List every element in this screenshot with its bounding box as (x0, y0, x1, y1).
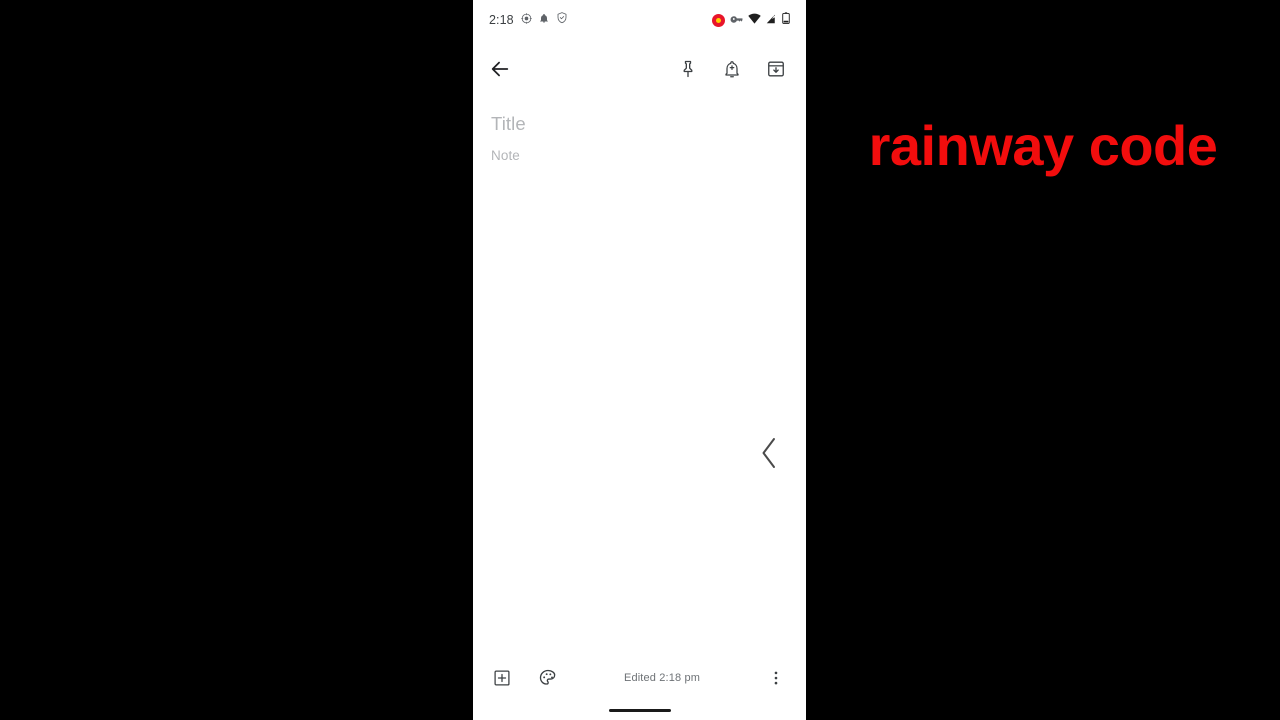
pin-icon[interactable] (675, 56, 701, 82)
note-text-input[interactable]: Note (491, 139, 788, 165)
battery-icon (782, 11, 790, 29)
note-title-input[interactable]: Title (491, 112, 788, 139)
palette-icon[interactable] (535, 665, 561, 691)
screen-recording-icon (712, 13, 725, 27)
reminder-icon[interactable] (719, 56, 745, 82)
home-gesture-bar[interactable] (608, 709, 671, 712)
more-options-icon[interactable] (763, 665, 789, 691)
circle-dot-icon (520, 11, 532, 29)
vpn-key-icon (730, 11, 743, 29)
cellular-signal-off-icon (766, 11, 777, 29)
back-button[interactable] (487, 56, 513, 82)
status-bar-left: 2:18 (489, 11, 568, 29)
status-bar-clock: 2:18 (489, 12, 514, 27)
app-toolbar-left (473, 56, 513, 82)
add-box-icon[interactable] (489, 665, 515, 691)
status-bar: 2:18 (473, 0, 806, 40)
status-bar-right (712, 11, 790, 29)
bottom-toolbar-left (473, 665, 561, 691)
chevron-left-icon[interactable] (760, 436, 778, 470)
screen-root: 2:18 Title Note Edited 2:18 pm rainway c… (0, 0, 1280, 720)
note-editor[interactable]: Title Note (473, 98, 806, 658)
app-toolbar-actions (675, 56, 806, 82)
archive-icon[interactable] (763, 56, 789, 82)
caption-text: rainway code (868, 114, 1218, 177)
bottom-toolbar-right (763, 665, 806, 691)
bottom-toolbar: Edited 2:18 pm (473, 658, 806, 698)
wifi-icon (748, 11, 761, 29)
edited-status-text: Edited 2:18 pm (623, 672, 701, 684)
phone-screen: 2:18 Title Note Edited 2:18 pm (473, 0, 806, 720)
letterbox-left (0, 0, 473, 720)
caption-overlay: rainway code (806, 0, 1280, 720)
notification-bell-icon (539, 11, 549, 29)
app-toolbar (473, 40, 806, 98)
shield-icon (556, 11, 568, 29)
